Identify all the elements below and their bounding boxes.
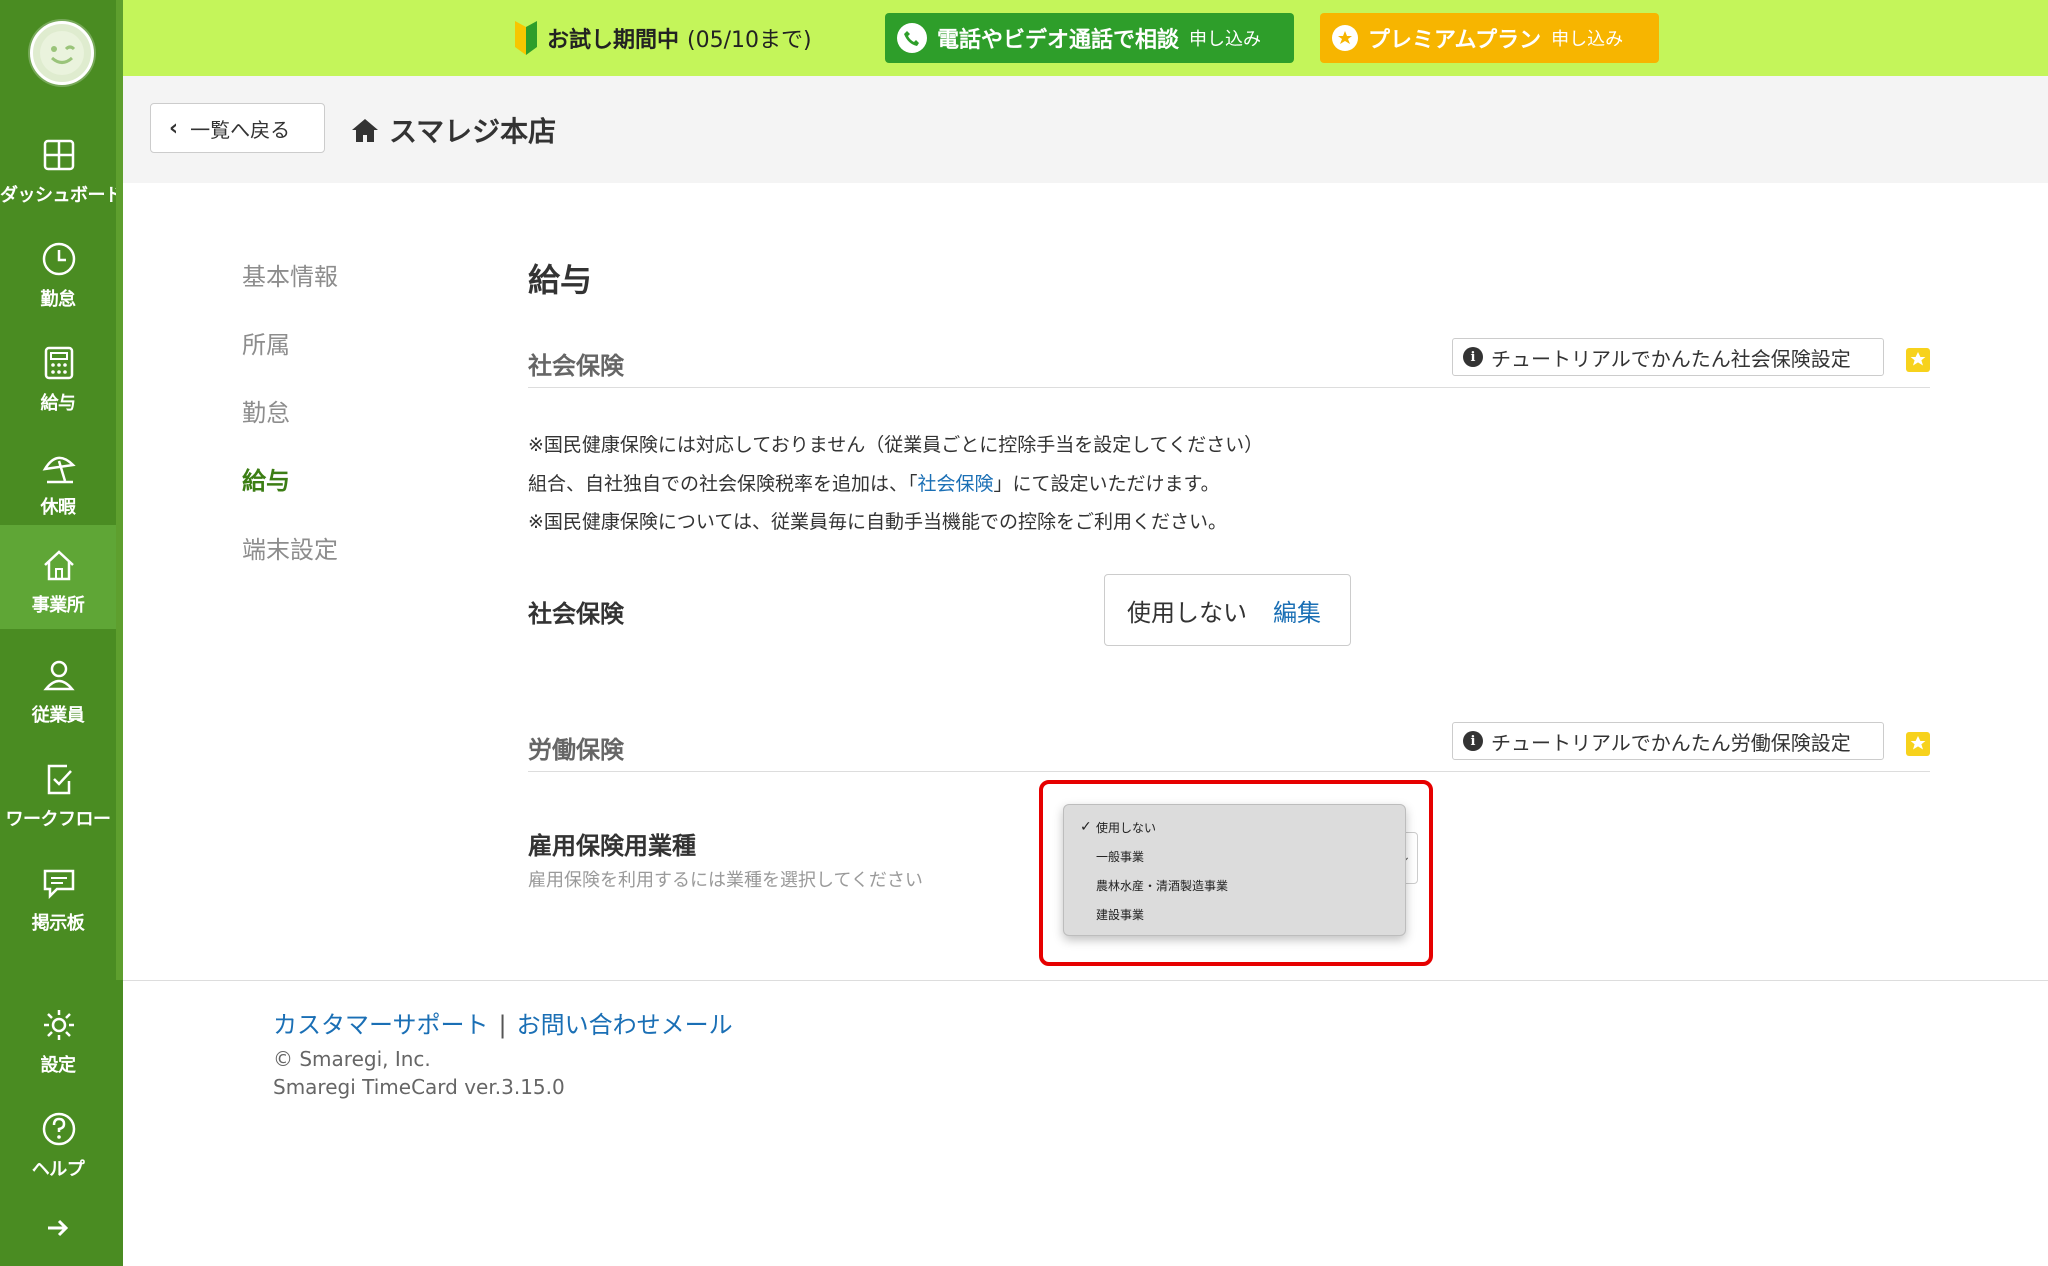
sidebar-item-salary[interactable]: 給与: [0, 323, 116, 427]
sidebar-item-label: ヘルプ: [31, 1159, 85, 1180]
sidebar-item-employees[interactable]: 従業員: [0, 635, 116, 739]
help-icon: [42, 1112, 76, 1146]
store-name: スマレジ本店: [389, 115, 557, 148]
premium-button[interactable]: プレミアムプラン 申し込み: [1320, 13, 1659, 63]
sidebar-item-office[interactable]: 事業所: [0, 525, 116, 629]
logo-icon[interactable]: [30, 21, 94, 85]
consult-sub: 申し込み: [1189, 29, 1262, 50]
store-title: スマレジ本店: [351, 110, 556, 150]
social-note-3: ※国民健康保険については、従業員毎に自動手当機能での控除をご利用ください。: [528, 511, 1227, 533]
social-tutorial-button[interactable]: i チュートリアルでかんたん社会保険設定: [1452, 338, 1884, 376]
trial-label: お試し期間中: [547, 28, 680, 53]
sidebar-item-settings[interactable]: 設定: [0, 985, 116, 1089]
edit-link[interactable]: 編集: [1273, 593, 1321, 628]
star-circle-icon: [1332, 25, 1358, 51]
sidebar-item-board[interactable]: 掲示板: [0, 843, 116, 947]
sidebar-item-leave[interactable]: 休暇: [0, 427, 116, 531]
phone-icon: [897, 23, 927, 53]
clock-icon: [42, 242, 76, 276]
page-title: 給与: [528, 261, 593, 299]
back-button[interactable]: ‹ 一覧へ戻る: [150, 103, 325, 153]
sidebar-item-label: 休暇: [40, 497, 77, 518]
sidebar-item-label: ワークフロー: [5, 809, 112, 830]
arrow-right-icon[interactable]: [44, 1214, 72, 1242]
social-note-2: 組合、自社独自での社会保険税率を追加は、「社会保険」にて設定いただけます。: [528, 469, 1220, 496]
tutorial-label: チュートリアルでかんたん社会保険設定: [1491, 346, 1851, 371]
tutorial-label: チュートリアルでかんたん労働保険設定: [1491, 730, 1851, 755]
sidebar-scrollbar[interactable]: [116, 0, 123, 980]
sidebar-item-label: 給与: [40, 393, 77, 414]
sidebar-item-dashboard[interactable]: ダッシュボード: [0, 115, 123, 219]
sidebar-item-label: 勤怠: [40, 289, 77, 310]
trial-notice: お試し期間中 (05/10まで): [513, 20, 812, 56]
premium-sub: 申し込み: [1551, 29, 1624, 50]
person-icon: [43, 660, 75, 691]
section-title: 労働保険: [528, 736, 624, 764]
sidebar-item-attendance[interactable]: 勤怠: [0, 219, 116, 323]
beach-umbrella-icon: [42, 456, 76, 484]
star-icon[interactable]: [1906, 732, 1930, 756]
social-note-1: ※国民健康保険には対応しておりません（従業員ごとに控除手当を設定してください）: [528, 434, 1264, 456]
star-icon[interactable]: [1906, 348, 1930, 372]
footer: カスタマーサポート | お問い合わせメール © Smaregi, Inc. Smar…: [123, 980, 2048, 1266]
home-icon: [44, 550, 74, 581]
consult-button[interactable]: 電話やビデオ通話で相談 申し込み: [885, 13, 1294, 63]
sidebar-item-workflow[interactable]: ワークフロー: [0, 739, 116, 843]
sidebar: ダッシュボード 勤怠 給与 休暇 事業所 従業員 ワークフロー 掲示板 設定 ヘ…: [0, 0, 123, 1266]
sidebar-item-label: 従業員: [31, 705, 85, 726]
top-banner: お試し期間中 (05/10まで) 電話やビデオ通話で相談 申し込み プレミアムプ…: [123, 0, 2048, 76]
sidebar-item-label: ダッシュボード: [0, 185, 123, 206]
social-insurance-link[interactable]: 社会保険: [918, 473, 994, 495]
version: Smaregi TimeCard ver.3.15.0: [273, 1075, 565, 1099]
footer-separator: |: [498, 1011, 507, 1039]
menu-salary[interactable]: 給与: [242, 461, 290, 496]
dashboard-icon: [43, 139, 75, 171]
gear-icon: [44, 1010, 74, 1040]
labor-tutorial-button[interactable]: i チュートリアルでかんたん労働保険設定: [1452, 722, 1884, 760]
sidebar-item-label: 設定: [40, 1055, 77, 1076]
premium-label: プレミアムプラン: [1368, 28, 1542, 53]
trial-period: (05/10まで): [687, 28, 812, 53]
menu-basic-info[interactable]: 基本情報: [242, 257, 338, 292]
calculator-icon: [44, 346, 74, 380]
menu-terminal-settings[interactable]: 端末設定: [242, 530, 338, 565]
employment-insurance-help: 雇用保険を利用するには業種を選択してください: [528, 870, 923, 891]
copyright: © Smaregi, Inc.: [273, 1047, 431, 1071]
sidebar-item-label: 掲示板: [31, 913, 85, 934]
info-icon: i: [1463, 347, 1483, 367]
beginner-mark-icon: [515, 21, 537, 55]
customer-support-link[interactable]: カスタマーサポート: [273, 1011, 489, 1039]
contact-mail-link[interactable]: お問い合わせメール: [517, 1011, 733, 1039]
social-insurance-value: 使用しない 編集: [1104, 574, 1351, 646]
employment-insurance-type-label: 雇用保険用業種: [528, 832, 696, 860]
menu-attendance[interactable]: 勤怠: [242, 393, 290, 428]
chevron-left-icon: ‹: [169, 115, 179, 141]
consult-label: 電話やビデオ通話で相談: [937, 28, 1180, 53]
highlight-box: [1039, 780, 1433, 966]
back-label: 一覧へ戻る: [190, 117, 291, 142]
footer-links: カスタマーサポート | お問い合わせメール: [273, 1005, 733, 1040]
note-text: 」にて設定いただけます。: [993, 473, 1220, 495]
menu-affiliation[interactable]: 所属: [242, 325, 290, 360]
page-header: ‹ 一覧へ戻る スマレジ本店: [123, 76, 2048, 183]
message-icon: [43, 869, 75, 900]
social-insurance-status: 使用しない: [1127, 598, 1247, 627]
workflow-icon: [47, 764, 72, 795]
note-text: 組合、自社独自での社会保険税率を追加は、「: [528, 473, 918, 495]
sidebar-nav: ダッシュボード 勤怠 給与 休暇 事業所 従業員 ワークフロー 掲示板 設定 ヘ…: [0, 0, 123, 1266]
sidebar-item-label: 事業所: [31, 595, 85, 616]
sidebar-item-help[interactable]: ヘルプ: [0, 1089, 116, 1193]
home-icon: [352, 119, 378, 142]
labor-insurance-section-header: 労働保険 i チュートリアルでかんたん労働保険設定: [528, 720, 1930, 772]
social-insurance-label: 社会保険: [528, 600, 624, 628]
section-title: 社会保険: [528, 352, 624, 380]
info-icon: i: [1463, 731, 1483, 751]
social-insurance-section-header: 社会保険 i チュートリアルでかんたん社会保険設定: [528, 336, 1930, 388]
